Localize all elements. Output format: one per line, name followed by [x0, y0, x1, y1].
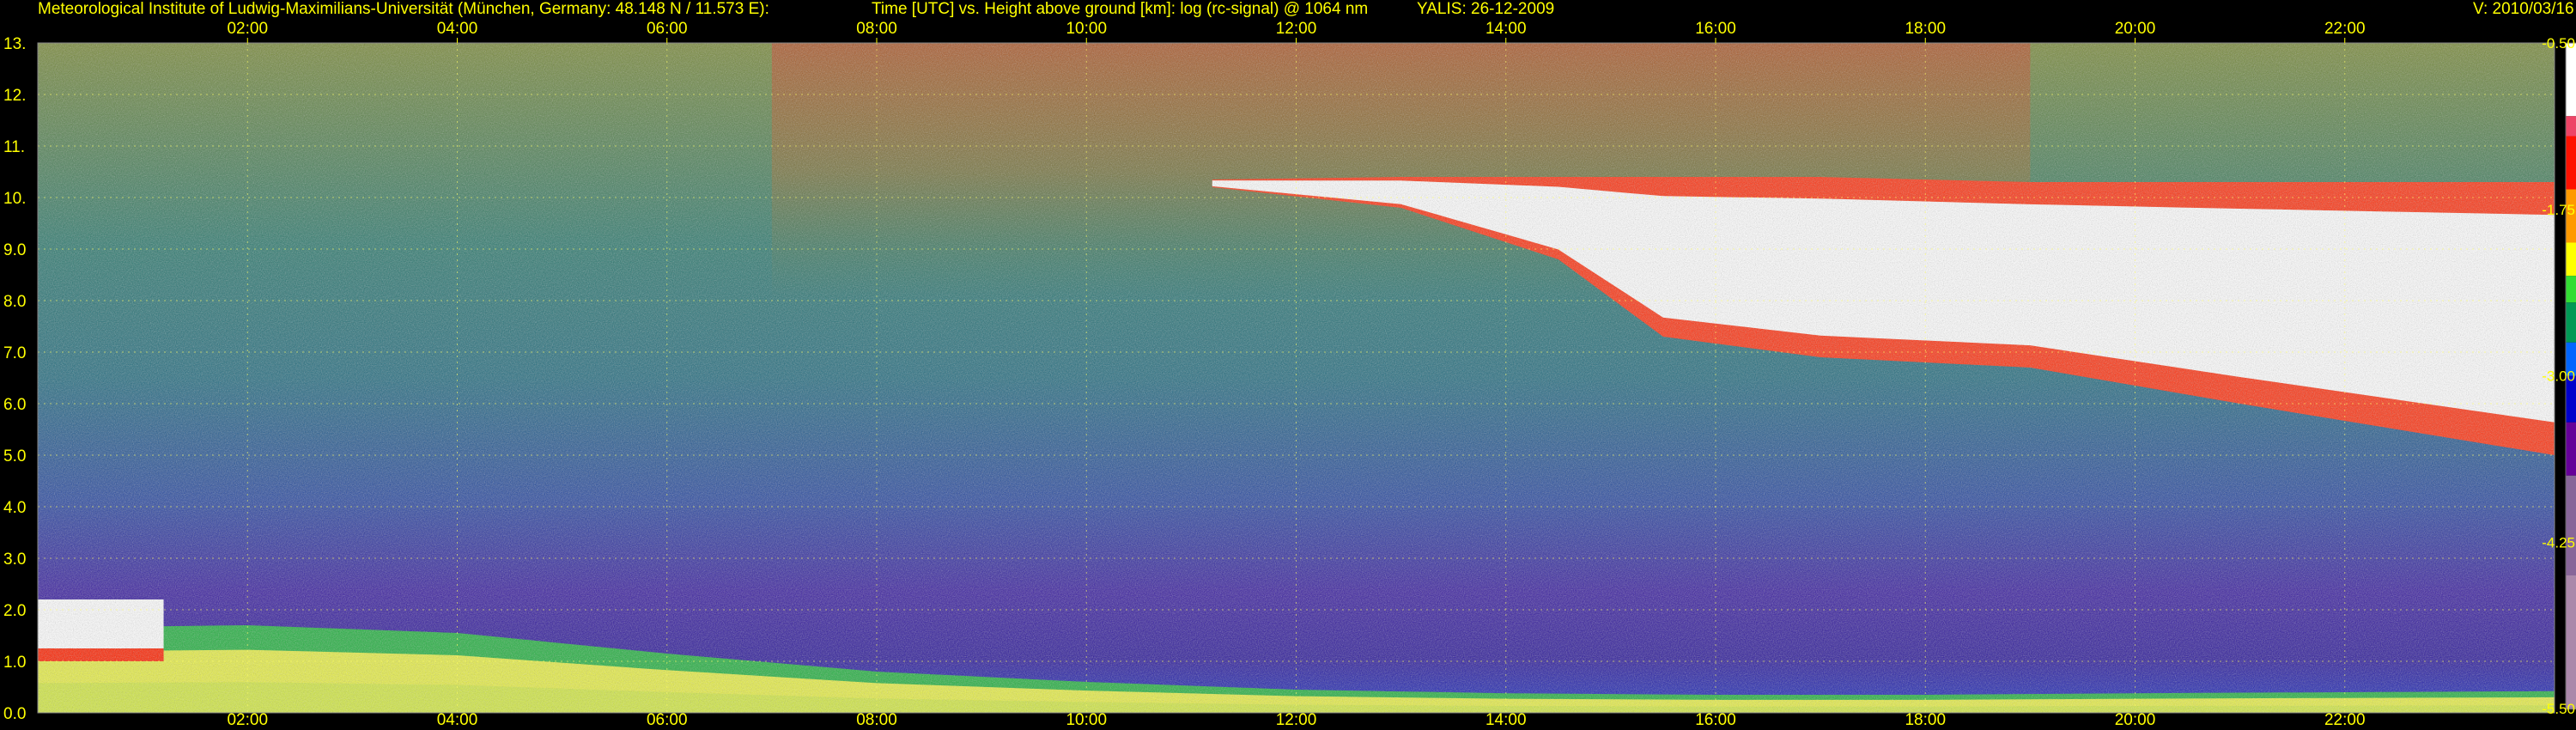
- x-tick-label-bottom: 04:00: [437, 711, 478, 729]
- y-tick-label: 2.0: [3, 602, 26, 620]
- x-tick-label-bottom: 10:00: [1066, 711, 1107, 729]
- x-tick-label-bottom: 20:00: [2115, 711, 2156, 729]
- signal-noise-texture: [38, 43, 2555, 713]
- x-tick-label-top: 22:00: [2324, 20, 2366, 38]
- colorbar-tick-label: -0.50: [2542, 35, 2575, 52]
- y-tick-label: 8.0: [3, 293, 26, 311]
- x-tick-label-top: 04:00: [437, 20, 478, 38]
- x-tick-label-top: 18:00: [1905, 20, 1946, 38]
- x-tick-label-top: 10:00: [1066, 20, 1107, 38]
- colorbar-tick-label: -1.75: [2542, 202, 2575, 218]
- x-tick-label-top: 20:00: [2115, 20, 2156, 38]
- x-tick-label-bottom: 14:00: [1485, 711, 1527, 729]
- y-tick-label: 11.: [3, 138, 25, 156]
- x-tick-label-top: 02:00: [227, 20, 268, 38]
- x-tick-label-top: 12:00: [1276, 20, 1317, 38]
- colorbar-segment: [2566, 302, 2576, 343]
- y-tick-label: 4.0: [3, 499, 26, 517]
- y-tick-label: 6.0: [3, 396, 26, 414]
- x-tick-label-top: 16:00: [1695, 20, 1736, 38]
- x-tick-label-bottom: 02:00: [227, 711, 268, 729]
- colorbar-tick-label: -5.50: [2542, 701, 2575, 717]
- y-tick-label: 12.: [3, 87, 26, 105]
- x-tick-label-bottom: 18:00: [1905, 711, 1946, 729]
- colorbar-segment: [2566, 242, 2576, 277]
- colorbar-segment: [2566, 136, 2576, 190]
- colorbar-segment: [2566, 116, 2576, 137]
- y-tick-label: 3.0: [3, 551, 26, 569]
- x-tick-label-bottom: 22:00: [2324, 711, 2366, 729]
- x-tick-label-top: 14:00: [1485, 20, 1527, 38]
- colorbar-segment: [2566, 276, 2576, 303]
- y-tick-label: 1.0: [3, 654, 26, 672]
- y-tick-label: 7.0: [3, 344, 26, 362]
- colorbar-segment: [2566, 475, 2576, 575]
- x-tick-label-bottom: 12:00: [1276, 711, 1317, 729]
- y-tick-label: 9.0: [3, 241, 26, 259]
- x-tick-label-bottom: 08:00: [856, 711, 897, 729]
- y-tick-label: 0.0: [3, 705, 26, 723]
- colorbar-segment: [2566, 575, 2576, 709]
- x-tick-label-top: 08:00: [856, 20, 897, 38]
- colorbar-segment: [2566, 422, 2576, 476]
- lidar-chart: 02:00 02:00 04:00 04:00 06:00 06:00 08:00 08:00…: [3, 20, 2576, 729]
- y-tick-label: 5.0: [3, 447, 26, 465]
- x-tick-label-bottom: 06:00: [647, 711, 688, 729]
- y-tick-label: 10.: [3, 190, 26, 208]
- x-tick-label-top: 06:00: [647, 20, 688, 38]
- colorbar-tick-label: -3.00: [2542, 368, 2575, 385]
- y-tick-label: 13.: [3, 35, 26, 53]
- colorbar-tick-label: -4.25: [2542, 534, 2575, 551]
- x-tick-label-bottom: 16:00: [1695, 711, 1736, 729]
- colorbar-segment: [2566, 43, 2576, 117]
